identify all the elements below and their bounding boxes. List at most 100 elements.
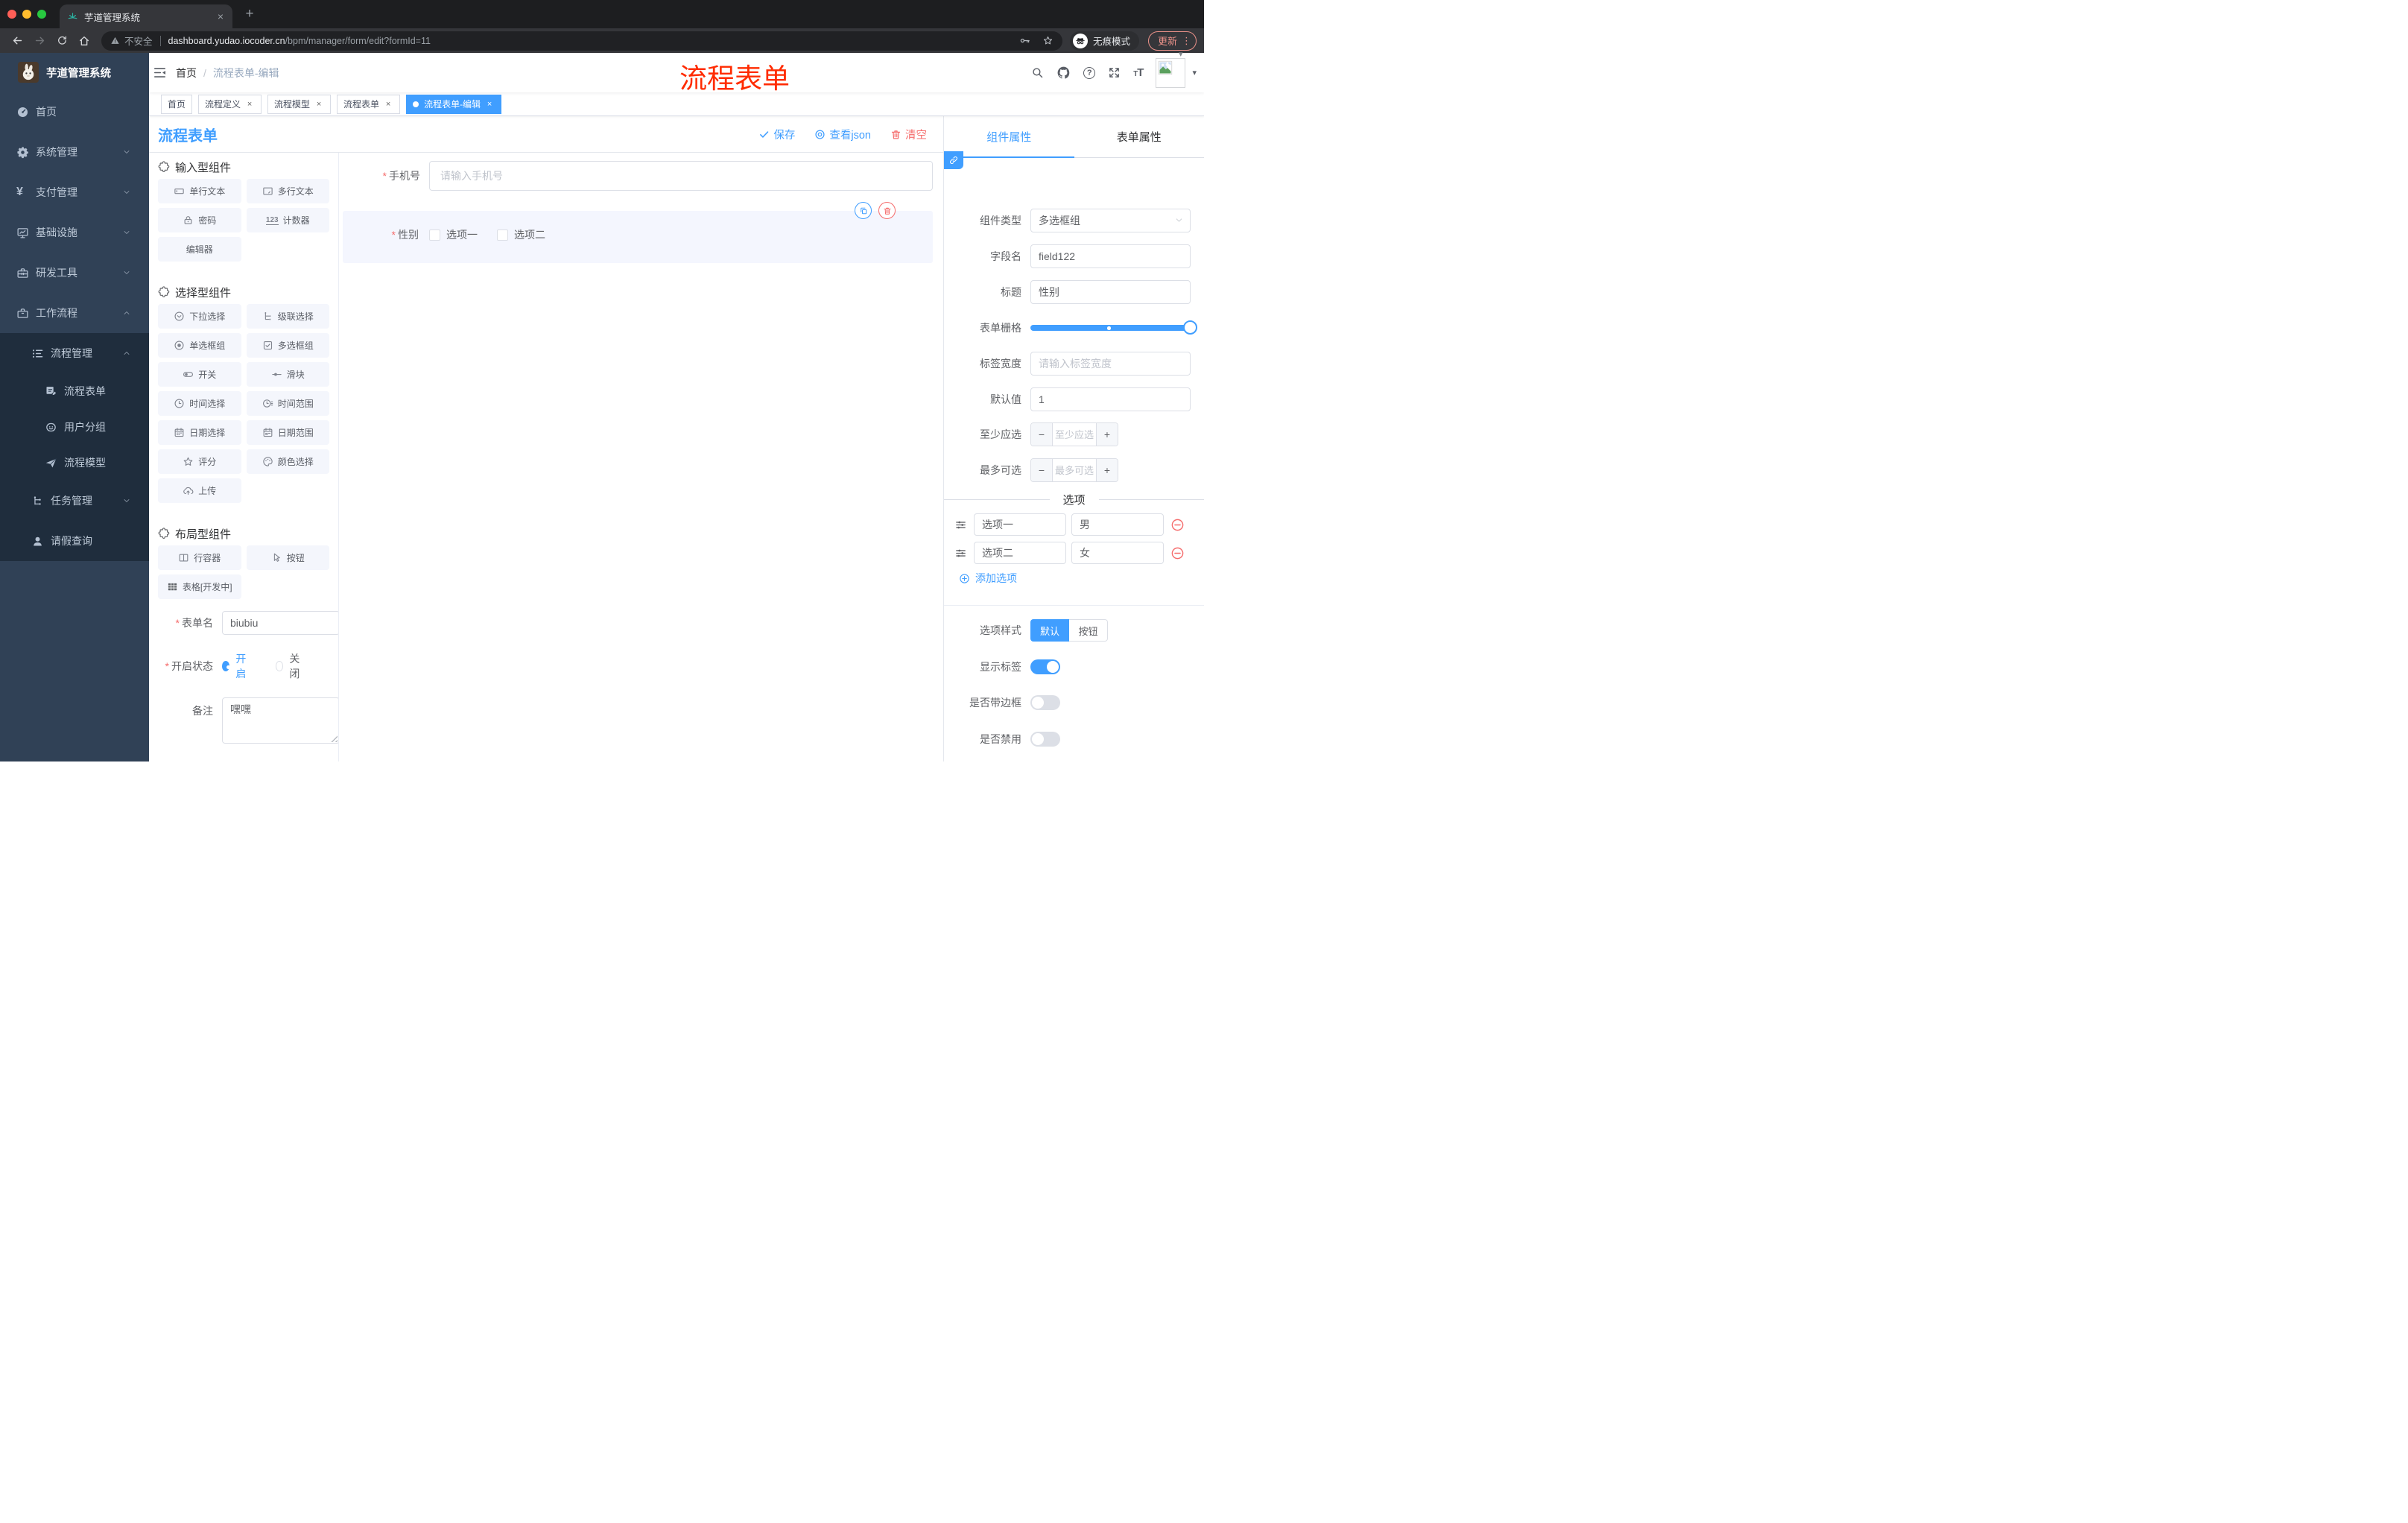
palette-item-cascader[interactable]: 级联选择 xyxy=(246,304,329,329)
tag-process-form-edit[interactable]: 流程表单-编辑 × xyxy=(406,94,502,114)
radio-status-off[interactable]: 关闭 xyxy=(276,651,304,681)
sidebar-item-home[interactable]: 首页 xyxy=(0,92,149,132)
stepper-minus-button[interactable]: − xyxy=(1031,459,1053,481)
breadcrumb-home[interactable]: 首页 xyxy=(176,66,197,80)
radio-status-on[interactable]: 开启 xyxy=(222,651,250,681)
sidebar-item-payment[interactable]: ¥ 支付管理 xyxy=(0,172,149,212)
help-icon[interactable]: ? xyxy=(1083,66,1096,79)
palette-item-rate[interactable]: 评分 xyxy=(158,449,241,474)
sidebar-item-process-form[interactable]: 流程表单 xyxy=(0,373,149,409)
sidebar-item-process-model[interactable]: 流程模型 xyxy=(0,445,149,481)
canvas-field-gender-selected[interactable]: * 性别 选项一 选项二 xyxy=(343,202,933,263)
url-bar[interactable]: 不安全 dashboard.yudao.iocoder.cn/bpm/manag… xyxy=(101,31,1062,51)
palette-item-time-range[interactable]: 时间范围 xyxy=(246,391,329,416)
palette-item-switch[interactable]: 开关 xyxy=(158,362,241,387)
component-type-value[interactable] xyxy=(1030,209,1191,232)
search-icon[interactable] xyxy=(1031,66,1044,79)
show-label-toggle[interactable] xyxy=(1030,659,1060,674)
option-label-input[interactable] xyxy=(974,513,1066,536)
tag-process-model[interactable]: 流程模型 × xyxy=(267,94,332,114)
palette-item-button[interactable]: 按钮 xyxy=(246,545,329,570)
form-remark-textarea[interactable]: 嘿嘿 xyxy=(222,697,338,744)
save-button[interactable]: 保存 xyxy=(758,127,795,142)
palette-item-password[interactable]: 密码 xyxy=(158,208,241,232)
link-drawer-handle[interactable] xyxy=(944,151,963,169)
canvas-field-phone[interactable]: * 手机号 xyxy=(343,161,933,191)
tab-form-props[interactable]: 表单属性 xyxy=(1074,116,1205,157)
min-select-input[interactable] xyxy=(1053,423,1096,446)
delete-component-button[interactable] xyxy=(878,202,896,219)
add-option-button[interactable]: 添加选项 xyxy=(959,571,1017,586)
palette-item-radio-group[interactable]: 单选框组 xyxy=(158,333,241,358)
phone-field-input[interactable] xyxy=(429,161,933,191)
palette-item-row-container[interactable]: 行容器 xyxy=(158,545,241,570)
password-manager-icon[interactable] xyxy=(1019,35,1030,46)
tab-close-icon[interactable]: × xyxy=(216,10,225,22)
sidebar-item-devtools[interactable]: 研发工具 xyxy=(0,253,149,293)
palette-item-slider[interactable]: 滑块 xyxy=(246,362,329,387)
sidebar-item-leave-query[interactable]: 请假查询 xyxy=(0,521,149,561)
new-tab-button[interactable]: + xyxy=(240,6,259,22)
title-input[interactable] xyxy=(1030,280,1191,304)
avatar[interactable] xyxy=(1156,57,1186,88)
browser-menu-kebab-icon[interactable]: ⋮ xyxy=(1182,35,1191,47)
palette-item-multi-line[interactable]: 多行文本 xyxy=(246,179,329,203)
avatar-caret-icon[interactable]: ▾ xyxy=(1192,68,1197,77)
palette-item-select[interactable]: 下拉选择 xyxy=(158,304,241,329)
palette-item-date-range[interactable]: 日期范围 xyxy=(246,420,329,445)
checkbox[interactable] xyxy=(429,229,440,241)
palette-item-table[interactable]: 表格[开发中] xyxy=(158,574,241,599)
palette-item-single-line[interactable]: 单行文本 xyxy=(158,179,241,203)
stepper-plus-button[interactable]: + xyxy=(1096,459,1118,481)
stepper-minus-button[interactable]: − xyxy=(1031,423,1053,446)
form-canvas[interactable]: *手机号 *性别 选项一 xyxy=(339,153,943,762)
hamburger-icon[interactable] xyxy=(153,66,167,80)
border-toggle[interactable] xyxy=(1030,695,1060,710)
max-select-input[interactable] xyxy=(1053,459,1096,481)
view-json-button[interactable]: 查看json xyxy=(814,127,871,142)
tag-close-icon[interactable]: × xyxy=(244,99,255,110)
palette-item-counter[interactable]: 123 计数器 xyxy=(246,208,329,232)
style-button-button[interactable]: 按钮 xyxy=(1069,619,1108,642)
drag-handle-icon[interactable] xyxy=(954,519,967,531)
reload-icon[interactable] xyxy=(52,31,72,51)
bookmark-star-icon[interactable] xyxy=(1042,35,1054,46)
label-width-input[interactable] xyxy=(1030,352,1191,376)
palette-item-editor[interactable]: 编辑器 xyxy=(158,237,241,262)
slider-handle[interactable] xyxy=(1183,320,1197,335)
text-size-icon[interactable]: TT xyxy=(1133,66,1144,79)
tab-component-props[interactable]: 组件属性 xyxy=(944,116,1074,157)
palette-item-upload[interactable]: 上传 xyxy=(158,478,241,503)
form-name-input[interactable] xyxy=(222,611,338,635)
gender-option-2[interactable]: 选项二 xyxy=(497,227,545,242)
default-value-input[interactable] xyxy=(1030,387,1191,411)
close-window-button[interactable] xyxy=(7,10,16,19)
forward-icon[interactable] xyxy=(30,31,49,51)
browser-tab[interactable]: 芋道管理系统 × xyxy=(60,4,232,28)
sidebar-item-task-manage[interactable]: 任务管理 xyxy=(0,481,149,521)
clear-button[interactable]: 清空 xyxy=(890,127,927,142)
remove-option-icon[interactable] xyxy=(1170,546,1185,560)
sidebar-item-workflow[interactable]: 工作流程 xyxy=(0,293,149,333)
tag-home[interactable]: 首页 xyxy=(161,94,193,114)
maximize-window-button[interactable] xyxy=(37,10,46,19)
option-label-input[interactable] xyxy=(974,542,1066,564)
palette-item-date[interactable]: 日期选择 xyxy=(158,420,241,445)
sidebar-item-user-group[interactable]: 用户分组 xyxy=(0,409,149,445)
palette-item-time[interactable]: 时间选择 xyxy=(158,391,241,416)
tag-close-icon[interactable]: × xyxy=(383,99,393,110)
option-value-input[interactable] xyxy=(1071,513,1164,536)
tag-process-definition[interactable]: 流程定义 × xyxy=(198,94,262,114)
github-icon[interactable] xyxy=(1056,66,1071,80)
back-icon[interactable] xyxy=(7,31,27,51)
stepper-plus-button[interactable]: + xyxy=(1096,423,1118,446)
copy-component-button[interactable] xyxy=(855,202,872,219)
field-name-input[interactable] xyxy=(1030,244,1191,268)
sidebar-item-system[interactable]: 系统管理 xyxy=(0,132,149,172)
minimize-window-button[interactable] xyxy=(22,10,31,19)
fullscreen-icon[interactable] xyxy=(1108,66,1121,79)
sidebar-item-infra[interactable]: 基础设施 xyxy=(0,212,149,253)
grid-slider[interactable] xyxy=(1030,320,1197,335)
tag-process-form[interactable]: 流程表单 × xyxy=(337,94,401,114)
palette-item-color[interactable]: 颜色选择 xyxy=(246,449,329,474)
